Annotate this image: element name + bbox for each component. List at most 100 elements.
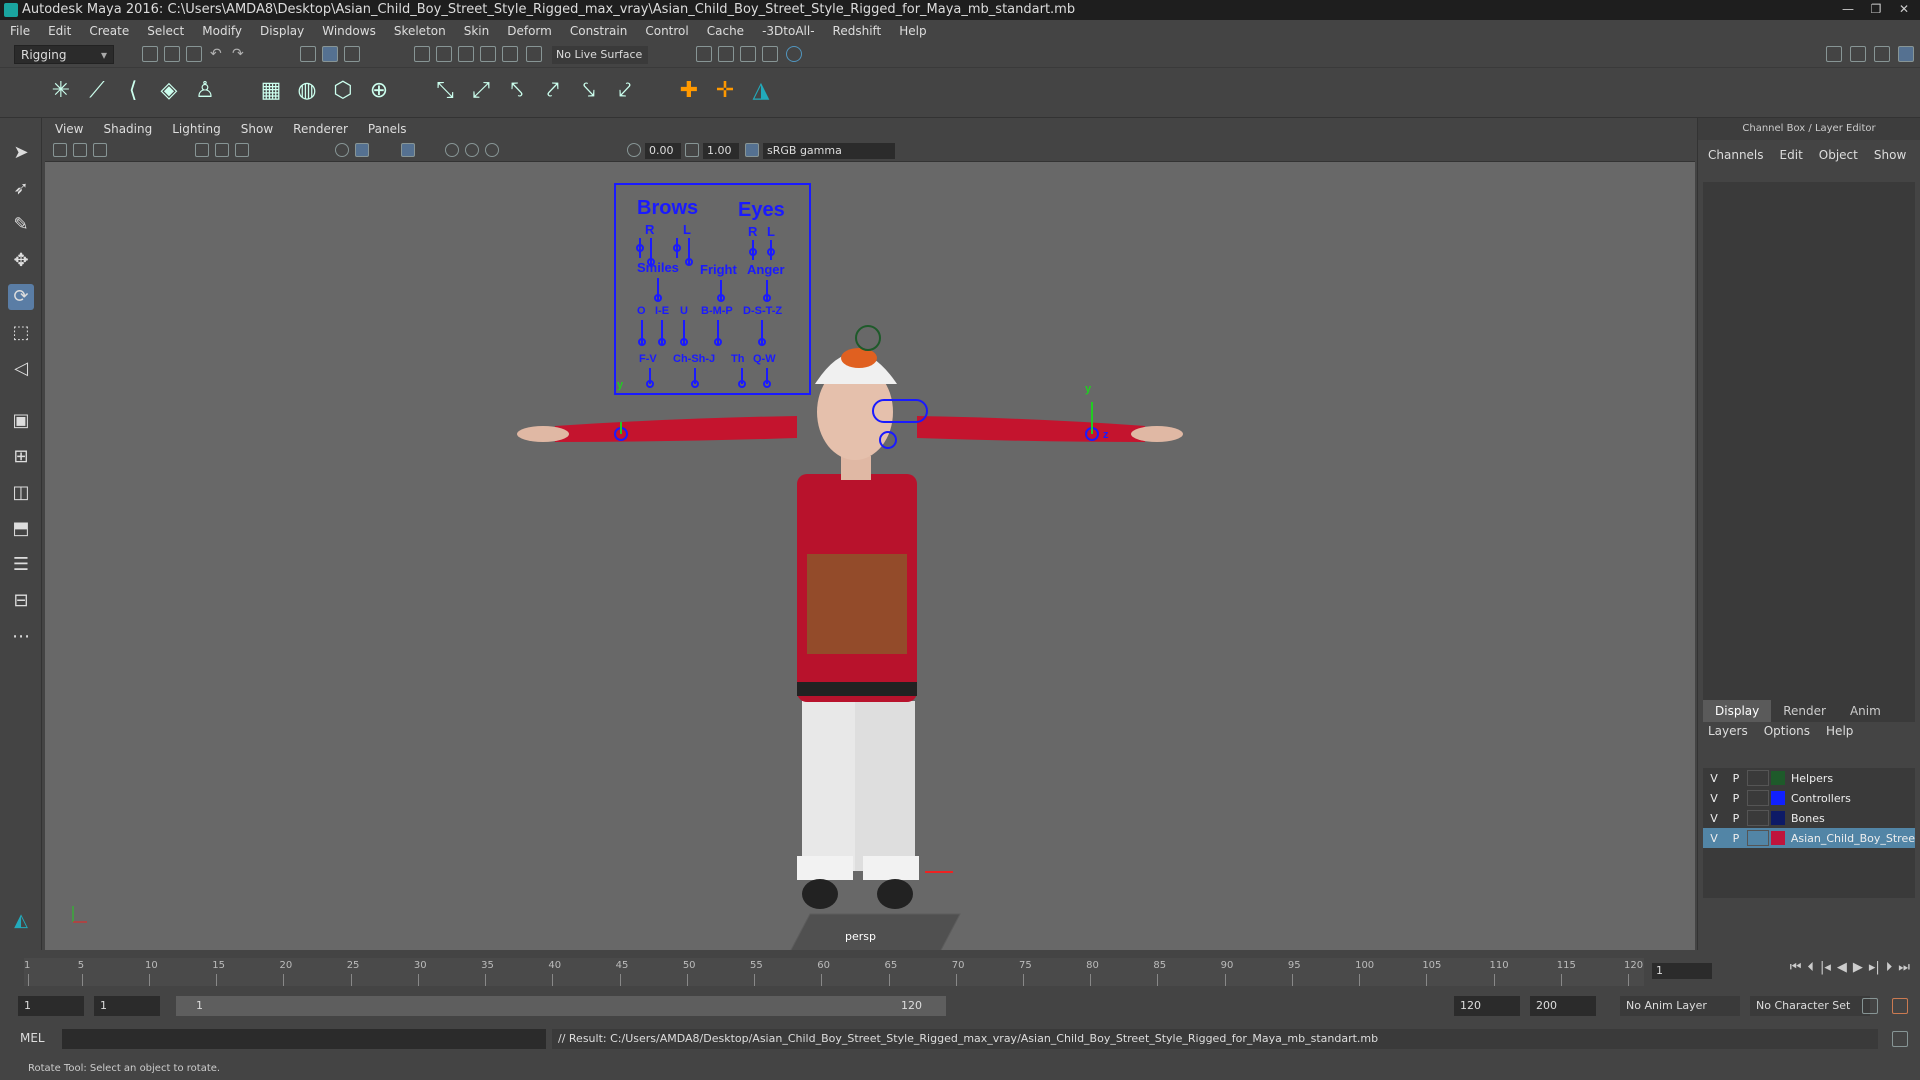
layer-name[interactable]: Controllers [1791, 792, 1851, 805]
camera-select-icon[interactable] [53, 143, 67, 157]
color-space-dropdown[interactable]: sRGB gamma [763, 143, 895, 159]
step-forward-icon[interactable]: ⏵ [1886, 960, 1893, 975]
render-view-icon[interactable] [696, 46, 712, 62]
render-settings-icon[interactable] [762, 46, 778, 62]
menu-skin[interactable]: Skin [464, 24, 490, 38]
resolution-gate-icon[interactable] [235, 143, 249, 157]
menu-edit[interactable]: Edit [48, 24, 71, 38]
menu-constrain[interactable]: Constrain [570, 24, 628, 38]
playback-end-field[interactable]: 120 [1454, 996, 1520, 1016]
layer-name[interactable]: Asian_Child_Boy_Stree [1791, 832, 1915, 845]
redo-icon[interactable]: ↷ [232, 46, 248, 62]
anim-prefs-icon[interactable] [1892, 998, 1908, 1014]
lattice-icon[interactable]: ▦ [258, 78, 284, 104]
layer-name[interactable]: Bones [1791, 812, 1825, 825]
layout-custom-icon[interactable]: ⋯ [8, 624, 34, 650]
play-back-icon[interactable]: ◀ [1837, 960, 1847, 975]
menu-file[interactable]: File [10, 24, 30, 38]
gamma-field[interactable]: 1.00 [703, 143, 739, 159]
layer-playback[interactable]: P [1725, 772, 1747, 785]
lasso-tool-icon[interactable]: ➶ [8, 176, 34, 202]
select-tool-icon[interactable]: ➤ [8, 140, 34, 166]
mirror-weights-icon[interactable]: ⤥ [576, 78, 602, 104]
scale-tool-icon[interactable]: ⬚ [8, 320, 34, 346]
layer-playback[interactable]: P [1725, 792, 1747, 805]
layer-row-helpers[interactable]: V P Helpers [1703, 768, 1915, 788]
cluster-icon[interactable]: ⬡ [330, 78, 356, 104]
joint-tool-icon[interactable]: ✳ [48, 78, 74, 104]
smooth-bind-icon[interactable]: ⤢ [468, 78, 494, 104]
cb-menu-object[interactable]: Object [1819, 148, 1858, 162]
layer-color-swatch[interactable] [1771, 771, 1785, 785]
channel-list[interactable] [1703, 182, 1915, 707]
close-button[interactable]: ✕ [1892, 1, 1916, 17]
shadows-icon[interactable] [465, 143, 479, 157]
menu-set-dropdown[interactable]: Rigging [14, 45, 114, 64]
maximize-button[interactable]: ❐ [1864, 1, 1888, 17]
prev-key-icon[interactable]: |◂ [1820, 960, 1831, 975]
layer-row-geometry[interactable]: V P Asian_Child_Boy_Stree [1703, 828, 1915, 848]
lights-icon[interactable] [445, 143, 459, 157]
menu-redshift[interactable]: Redshift [833, 24, 882, 38]
new-scene-icon[interactable] [142, 46, 158, 62]
bookmark-icon[interactable] [93, 143, 107, 157]
script-editor-icon[interactable] [1892, 1031, 1908, 1047]
humanik-icon[interactable]: ♙ [192, 78, 218, 104]
current-frame-field[interactable]: 1 [1652, 963, 1712, 979]
point-constraint-icon[interactable]: ✚ [676, 78, 702, 104]
snap-grid-icon[interactable] [414, 46, 430, 62]
tab-render[interactable]: Render [1771, 700, 1838, 722]
command-input[interactable] [62, 1029, 546, 1049]
cb-menu-show[interactable]: Show [1874, 148, 1906, 162]
layout-outliner-icon[interactable]: ☰ [8, 552, 34, 578]
perspective-viewport[interactable]: Brows Eyes R L R L Smiles Fright Anger O… [45, 162, 1695, 953]
snap-view-icon[interactable] [480, 46, 496, 62]
ik-handle-icon[interactable]: ⟨ [120, 78, 146, 104]
select-component-icon[interactable] [344, 46, 360, 62]
playback-start-field[interactable]: 1 [94, 996, 160, 1016]
layer-playback[interactable]: P [1725, 832, 1747, 845]
layer-color-swatch[interactable] [1771, 811, 1785, 825]
textured-icon[interactable] [401, 143, 415, 157]
auto-key-icon[interactable] [1862, 998, 1878, 1014]
menu-control[interactable]: Control [645, 24, 688, 38]
layer-visibility[interactable]: V [1703, 812, 1725, 825]
go-to-end-icon[interactable]: ⏭ [1898, 960, 1910, 975]
save-scene-icon[interactable] [186, 46, 202, 62]
menu-create[interactable]: Create [89, 24, 129, 38]
cb-menu-channels[interactable]: Channels [1708, 148, 1764, 162]
layout-single-icon[interactable]: ▣ [8, 408, 34, 434]
layer-visibility[interactable]: V [1703, 772, 1725, 785]
layer-playback[interactable]: P [1725, 812, 1747, 825]
next-key-icon[interactable]: ▸| [1869, 960, 1880, 975]
menu-skeleton[interactable]: Skeleton [394, 24, 446, 38]
maya-custom-tool-icon[interactable]: ◮ [748, 78, 774, 104]
menu-modify[interactable]: Modify [202, 24, 242, 38]
panel-menu-show[interactable]: Show [241, 122, 273, 136]
bind-skin-icon[interactable]: ⤡ [432, 78, 458, 104]
menu-select[interactable]: Select [147, 24, 184, 38]
wrap-icon[interactable]: ◍ [294, 78, 320, 104]
layer-row-bones[interactable]: V P Bones [1703, 808, 1915, 828]
play-forward-icon[interactable]: ▶ [1853, 960, 1863, 975]
menu-cache[interactable]: Cache [707, 24, 744, 38]
layer-color-swatch[interactable] [1771, 791, 1785, 805]
ipr-render-icon[interactable] [740, 46, 756, 62]
smooth-shade-icon[interactable] [355, 143, 369, 157]
go-to-start-icon[interactable]: ⏮ [1790, 960, 1802, 975]
le-menu-help[interactable]: Help [1826, 724, 1853, 738]
menu-help[interactable]: Help [899, 24, 926, 38]
panel-menu-view[interactable]: View [55, 122, 83, 136]
layout-top-icon[interactable]: ⬒ [8, 516, 34, 542]
layer-display-type[interactable] [1747, 790, 1769, 806]
snap-magnet-icon[interactable] [526, 46, 542, 62]
film-gate-icon[interactable] [215, 143, 229, 157]
animation-start-field[interactable]: 1 [18, 996, 84, 1016]
last-tool-icon[interactable]: ◁ [8, 356, 34, 382]
live-surface-field[interactable]: No Live Surface [552, 46, 648, 64]
render-current-icon[interactable] [718, 46, 734, 62]
layer-visibility[interactable]: V [1703, 832, 1725, 845]
hypershade-icon[interactable] [786, 46, 802, 62]
ao-icon[interactable] [485, 143, 499, 157]
select-hierarchy-icon[interactable] [300, 46, 316, 62]
